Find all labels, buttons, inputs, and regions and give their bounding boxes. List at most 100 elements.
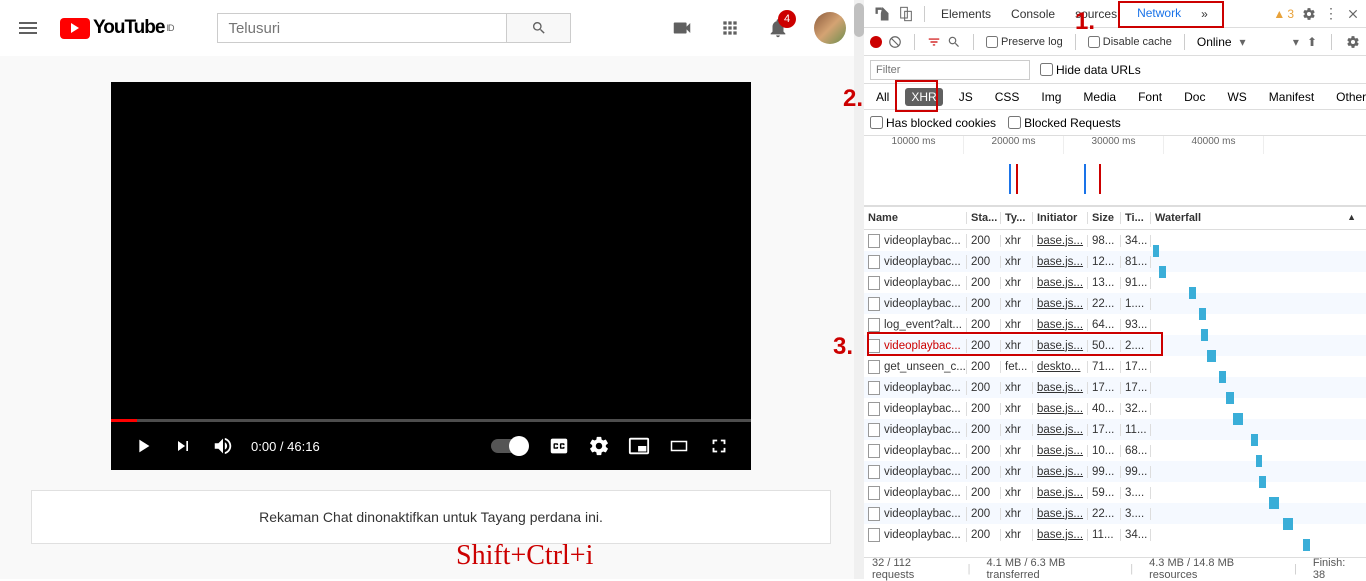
type-media[interactable]: Media (1077, 88, 1122, 106)
search-input[interactable] (217, 13, 507, 43)
network-row[interactable]: videoplaybac... 200 xhr base.js... 22...… (864, 293, 1366, 314)
search-icon[interactable] (947, 35, 961, 49)
create-icon[interactable] (670, 16, 694, 40)
type-css[interactable]: CSS (989, 88, 1026, 106)
blocked-row: Has blocked cookies Blocked Requests (864, 110, 1366, 136)
next-button[interactable] (171, 434, 195, 458)
type-ws[interactable]: WS (1221, 88, 1252, 106)
network-row[interactable]: videoplaybac... 200 xhr base.js... 12...… (864, 251, 1366, 272)
captions-button[interactable] (547, 434, 571, 458)
device-icon[interactable] (896, 4, 916, 24)
player-controls: 0:00 / 46:16 (111, 422, 751, 470)
shortcut-annotation: Shift+Ctrl+i (456, 540, 593, 572)
export-icon[interactable]: ⬆ (1307, 35, 1317, 49)
devtools-tabs: Elements Console sources Network » ▲3 ⋮ (864, 0, 1366, 28)
network-row[interactable]: videoplaybac... 200 xhr base.js... 98...… (864, 230, 1366, 251)
tab-elements[interactable]: Elements (931, 1, 1001, 27)
network-row[interactable]: videoplaybac... 200 xhr base.js... 50...… (864, 335, 1366, 356)
youtube-panel: YouTube ID 4 0:00 / 46:16 (0, 0, 862, 579)
timeline-overview[interactable]: 10000 ms20000 ms30000 ms40000 ms (864, 136, 1366, 206)
tab-more[interactable]: » (1191, 1, 1218, 27)
network-row[interactable]: get_unseen_c... 200 fet... deskto... 71.… (864, 356, 1366, 377)
status-transferred: 4.1 MB / 6.3 MB transferred (986, 557, 1114, 581)
network-row[interactable]: videoplaybac... 200 xhr base.js... 40...… (864, 398, 1366, 419)
user-avatar[interactable] (814, 12, 846, 44)
clear-icon[interactable] (888, 35, 902, 49)
network-settings-icon[interactable] (1346, 35, 1360, 49)
youtube-play-icon (60, 18, 90, 39)
network-toolbar: Preserve log Disable cache Online ▾ ▾ ⬆ (864, 28, 1366, 56)
type-all[interactable]: All (870, 88, 895, 106)
youtube-logo[interactable]: YouTube ID (60, 17, 173, 39)
close-icon[interactable] (1346, 7, 1360, 21)
video-player[interactable]: 0:00 / 46:16 (111, 82, 751, 470)
col-name[interactable]: Name (864, 212, 967, 224)
theater-button[interactable] (667, 434, 691, 458)
type-js[interactable]: JS (953, 88, 979, 106)
network-row[interactable]: log_event?alt... 200 xhr base.js... 64..… (864, 314, 1366, 335)
col-status[interactable]: Sta... (967, 212, 1001, 224)
record-button[interactable] (870, 36, 882, 48)
blocked-requests-checkbox[interactable]: Blocked Requests (1008, 116, 1121, 130)
type-doc[interactable]: Doc (1178, 88, 1211, 106)
network-row[interactable]: videoplaybac... 200 xhr base.js... 13...… (864, 272, 1366, 293)
throttle-select[interactable]: Online (1197, 35, 1232, 49)
disable-cache-checkbox[interactable]: Disable cache (1088, 36, 1172, 48)
notifications-button[interactable]: 4 (766, 16, 790, 40)
network-row[interactable]: videoplaybac... 200 xhr base.js... 17...… (864, 377, 1366, 398)
filter-input[interactable] (870, 60, 1030, 80)
network-row[interactable]: videoplaybac... 200 xhr base.js... 10...… (864, 440, 1366, 461)
network-row[interactable]: videoplaybac... 200 xhr base.js... 17...… (864, 419, 1366, 440)
header-icons: 4 (670, 12, 846, 44)
notif-count: 4 (778, 10, 796, 28)
blocked-cookies-checkbox[interactable]: Has blocked cookies (870, 116, 996, 130)
status-resources: 4.3 MB / 14.8 MB resources (1149, 557, 1278, 581)
play-button[interactable] (131, 434, 155, 458)
tab-network[interactable]: Network (1127, 0, 1191, 28)
preserve-log-checkbox[interactable]: Preserve log (986, 36, 1063, 48)
chat-disabled-notice: Rekaman Chat dinonaktifkan untuk Tayang … (31, 490, 831, 544)
settings-button[interactable] (587, 434, 611, 458)
type-xhr[interactable]: XHR (905, 88, 942, 106)
network-row[interactable]: videoplaybac... 200 xhr base.js... 22...… (864, 503, 1366, 524)
volume-button[interactable] (211, 434, 235, 458)
col-initiator[interactable]: Initiator (1033, 212, 1088, 224)
progress-bar[interactable] (111, 419, 751, 422)
search-box (217, 13, 571, 43)
network-row[interactable]: videoplaybac... 200 xhr base.js... 59...… (864, 482, 1366, 503)
status-bar: 32 / 112 requests | 4.1 MB / 6.3 MB tran… (864, 557, 1366, 579)
warnings-badge[interactable]: ▲3 (1273, 7, 1294, 21)
youtube-logo-text: YouTube (93, 17, 164, 39)
kebab-icon[interactable]: ⋮ (1324, 5, 1338, 22)
annotation-2: 2. (843, 85, 863, 113)
youtube-region: ID (166, 23, 173, 33)
filter-icon[interactable] (927, 35, 941, 49)
search-button[interactable] (507, 13, 571, 43)
miniplayer-button[interactable] (627, 434, 651, 458)
autoplay-toggle[interactable] (491, 439, 527, 453)
network-columns: Name Sta... Ty... Initiator Size Ti... W… (864, 206, 1366, 230)
annotation-1: 1. (1075, 8, 1095, 36)
hamburger-icon[interactable] (16, 16, 40, 40)
hide-urls-checkbox[interactable]: Hide data URLs (1040, 63, 1141, 77)
type-other[interactable]: Other (1330, 88, 1366, 106)
inspect-icon[interactable] (872, 4, 892, 24)
col-type[interactable]: Ty... (1001, 212, 1033, 224)
time-display: 0:00 / 46:16 (251, 439, 320, 454)
status-finish: Finish: 38 (1313, 557, 1358, 581)
type-img[interactable]: Img (1035, 88, 1067, 106)
type-manifest[interactable]: Manifest (1263, 88, 1320, 106)
network-rows: videoplaybac... 200 xhr base.js... 98...… (864, 230, 1366, 557)
settings-icon[interactable] (1302, 7, 1316, 21)
type-font[interactable]: Font (1132, 88, 1168, 106)
apps-icon[interactable] (718, 16, 742, 40)
col-time[interactable]: Ti... (1121, 212, 1151, 224)
network-row[interactable]: videoplaybac... 200 xhr base.js... 99...… (864, 461, 1366, 482)
fullscreen-button[interactable] (707, 434, 731, 458)
filter-row: Hide data URLs (864, 56, 1366, 84)
col-size[interactable]: Size (1088, 212, 1121, 224)
tab-console[interactable]: Console (1001, 1, 1065, 27)
import-icon[interactable]: ▾ (1293, 35, 1299, 49)
youtube-header: YouTube ID 4 (0, 0, 862, 56)
col-waterfall[interactable]: Waterfall▲ (1151, 212, 1366, 224)
